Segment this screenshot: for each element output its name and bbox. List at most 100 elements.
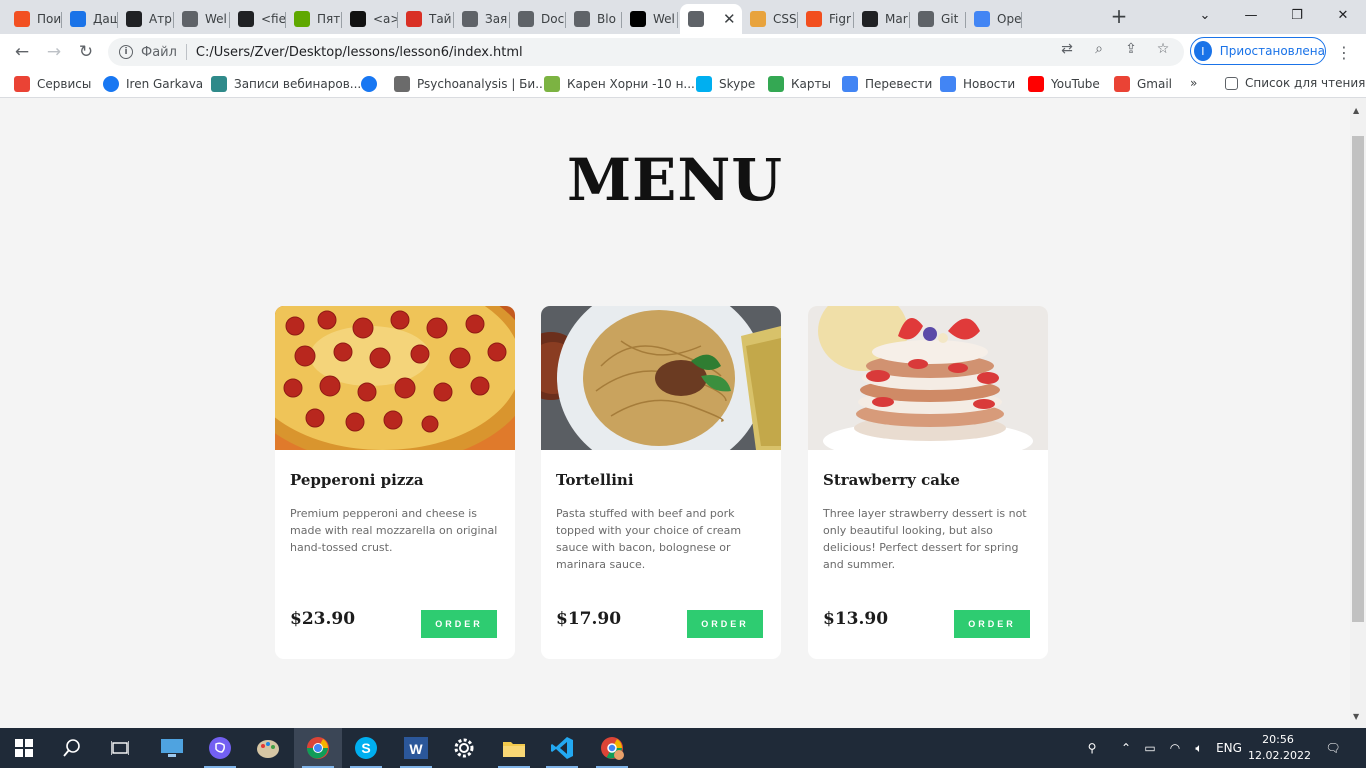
tab-separator [677, 12, 678, 28]
profile-button[interactable]: I Приостановлена [1190, 37, 1326, 65]
tab[interactable]: Blo [566, 4, 622, 34]
tab[interactable]: Figr [798, 4, 854, 34]
bookmark-item[interactable]: Psychoanalysis | Би... [394, 76, 547, 92]
avatar: I [1194, 41, 1212, 61]
language-indicator[interactable]: ENG [1212, 728, 1246, 768]
order-button[interactable]: ORDER [954, 610, 1030, 638]
volume-icon[interactable]: 🔈︎ [1188, 728, 1210, 768]
bookmark-item[interactable]: Карен Хорни -10 н... [544, 76, 695, 92]
system-clock[interactable]: 20:56 12.02.2022 [1248, 732, 1311, 764]
bookmark-item[interactable]: Новости [940, 76, 1015, 92]
taskbar-app-vscode[interactable] [538, 728, 586, 768]
translate-page-icon[interactable]: ⇄ [1058, 41, 1076, 57]
order-button[interactable]: ORDER [687, 610, 763, 638]
bookmark-item[interactable]: Gmail [1114, 76, 1172, 92]
close-icon[interactable]: ✕ [723, 10, 736, 28]
card-description: Pasta stuffed with beef and pork topped … [556, 507, 742, 571]
zoom-icon[interactable]: ⌕ [1090, 41, 1108, 57]
forward-button[interactable]: → [42, 40, 66, 64]
bookmark-label: Записи вебинаров... [234, 77, 362, 91]
tab[interactable]: Wel [174, 4, 230, 34]
tab-label: Git [941, 12, 959, 26]
scroll-up-icon[interactable]: ▲ [1353, 106, 1359, 115]
taskbar-app-word[interactable]: W [392, 728, 440, 768]
people-icon[interactable]: ⚲ [1080, 728, 1104, 768]
bookmark-item[interactable]: YouTube [1028, 76, 1100, 92]
bookmark-item[interactable]: Карты [768, 76, 831, 92]
tab-label: <a> [373, 12, 398, 26]
bookmark-item[interactable]: Перевести [842, 76, 932, 92]
search-button[interactable] [48, 728, 96, 768]
taskbar-app-explorer[interactable] [490, 728, 538, 768]
taskbar-app-paint[interactable] [244, 728, 292, 768]
battery-icon[interactable]: ▭ [1140, 728, 1160, 768]
order-button[interactable]: ORDER [421, 610, 497, 638]
taskbar-app-chrome-profile[interactable] [588, 728, 636, 768]
bookmark-item[interactable] [361, 76, 384, 92]
chevron-down-icon: ⌄ [1199, 7, 1211, 23]
bookmark-item[interactable]: Сервисы [14, 76, 91, 92]
bookmark-star-icon[interactable]: ☆ [1154, 41, 1172, 57]
scroll-down-icon[interactable]: ▼ [1353, 712, 1359, 721]
tab[interactable]: CSS [742, 4, 798, 34]
back-button[interactable]: ← [10, 40, 34, 64]
taskbar-app-skype[interactable]: S [342, 728, 390, 768]
bookmark-label: Psychoanalysis | Би... [417, 77, 547, 91]
window-close-button[interactable]: ✕ [1320, 0, 1366, 30]
bookmark-item[interactable]: Записи вебинаров... [211, 76, 361, 92]
tab-search-button[interactable]: ⌄ [1182, 0, 1228, 30]
bookmark-label: Карен Хорни -10 н... [567, 77, 695, 91]
tab[interactable]: Git [910, 4, 966, 34]
tab[interactable]: Doc [510, 4, 566, 34]
bookmark-item[interactable]: Iren Garkava [103, 76, 203, 92]
tab[interactable]: Wel [622, 4, 678, 34]
tab[interactable]: Атр [118, 4, 174, 34]
reading-list-button[interactable]: Список для чтения [1225, 76, 1365, 90]
address-bar[interactable]: i Файл C:/Users/Zver/Desktop/lessons/les… [108, 38, 1184, 66]
tab-label: Зая [485, 12, 508, 26]
scrollbar-thumb[interactable] [1352, 136, 1364, 622]
start-button[interactable] [0, 728, 48, 768]
url-text[interactable]: C:/Users/Zver/Desktop/lessons/lesson6/in… [196, 45, 523, 60]
wifi-icon[interactable]: ◠ [1164, 728, 1186, 768]
card-description: Premium pepperoni and cheese is made wit… [290, 507, 498, 554]
info-icon[interactable]: i [119, 45, 133, 59]
tab[interactable]: Ope [966, 4, 1022, 34]
bookmark-label: Карты [791, 77, 831, 91]
chrome-icon [601, 737, 624, 760]
figma-icon [806, 11, 822, 27]
tab-label: Пят [317, 12, 341, 26]
minimize-button[interactable]: — [1228, 0, 1274, 30]
taskbar-app-viber[interactable] [196, 728, 244, 768]
tab[interactable]: <fie [230, 4, 286, 34]
tab[interactable]: Пят [286, 4, 342, 34]
notifications-icon[interactable]: 🗨︎ [1320, 728, 1346, 768]
reload-button[interactable]: ↻ [74, 40, 98, 64]
taskbar-app-this-pc[interactable] [148, 728, 196, 768]
tab[interactable]: Пои [6, 4, 62, 34]
tab[interactable]: Mar [854, 4, 910, 34]
tab[interactable]: Даш [62, 4, 118, 34]
close-icon: ✕ [1337, 7, 1349, 23]
new-tab-button[interactable]: + [1108, 5, 1130, 29]
bookmark-item[interactable]: Skype [696, 76, 755, 92]
bookmarks-overflow-button[interactable]: » [1190, 76, 1197, 90]
tab[interactable]: Зая [454, 4, 510, 34]
share-icon[interactable]: ⇪ [1122, 41, 1140, 57]
menu-icon[interactable]: ⋮ [1336, 43, 1352, 62]
tray-overflow-icon[interactable]: ⌃ [1116, 728, 1136, 768]
page-scrollbar[interactable]: ▲ ▼ [1350, 98, 1366, 728]
taskbar-app-settings[interactable] [440, 728, 488, 768]
tab-active[interactable]: ✕ [680, 4, 742, 34]
menu-card-tortellini: Tortellini Pasta stuffed with beef and p… [541, 306, 781, 659]
viber-icon [209, 737, 231, 759]
page-title: MENU [566, 146, 783, 214]
tab[interactable]: <a> [342, 4, 398, 34]
taskbar-app-chrome[interactable] [294, 728, 342, 768]
restore-button[interactable]: ❐ [1274, 0, 1320, 30]
tab[interactable]: Тай [398, 4, 454, 34]
task-view-button[interactable] [96, 728, 144, 768]
reading-list-label: Список для чтения [1245, 76, 1366, 90]
globe-icon [688, 11, 704, 27]
site-info-label[interactable]: Файл [141, 45, 177, 60]
